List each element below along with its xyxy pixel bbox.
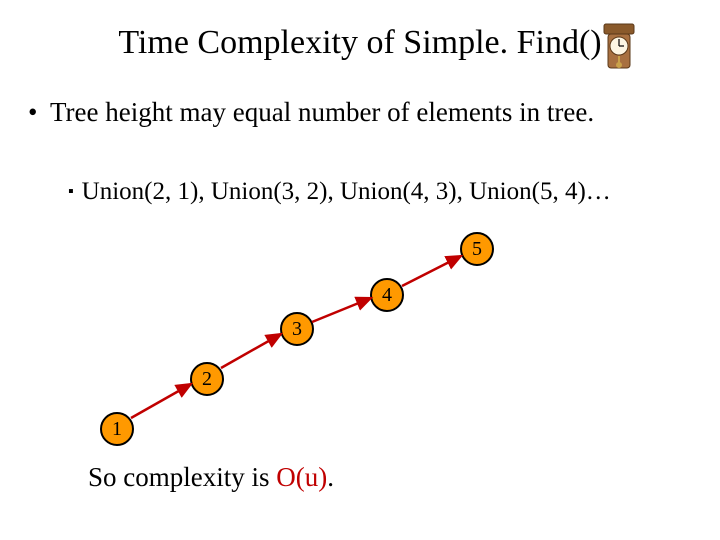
node-2: 2 [190, 362, 224, 396]
conclusion: So complexity is O(u). [88, 462, 334, 493]
node-3: 3 [280, 312, 314, 346]
bullet-sub: ▪ Union(2, 1), Union(3, 2), Union(4, 3), … [68, 178, 688, 206]
bullet-main-text: Tree height may equal number of elements… [50, 97, 594, 127]
conclusion-bigO: O(u) [276, 462, 327, 492]
node-1: 1 [100, 412, 134, 446]
clock-icon [600, 18, 638, 74]
bullet-dot-icon: • [28, 96, 50, 130]
tree-diagram: 5 4 3 2 1 [0, 0, 720, 540]
slide: Time Complexity of Simple. Find() •Tree … [0, 0, 720, 540]
node-5: 5 [460, 232, 494, 266]
conclusion-prefix: So complexity is [88, 462, 276, 492]
bullet-sub-text: Union(2, 1), Union(3, 2), Union(4, 3), U… [82, 178, 611, 205]
bullet-square-icon: ▪ [68, 183, 74, 200]
conclusion-suffix: . [327, 462, 334, 492]
tree-edges [0, 0, 720, 540]
node-4: 4 [370, 278, 404, 312]
bullet-main: •Tree height may equal number of element… [28, 96, 688, 130]
